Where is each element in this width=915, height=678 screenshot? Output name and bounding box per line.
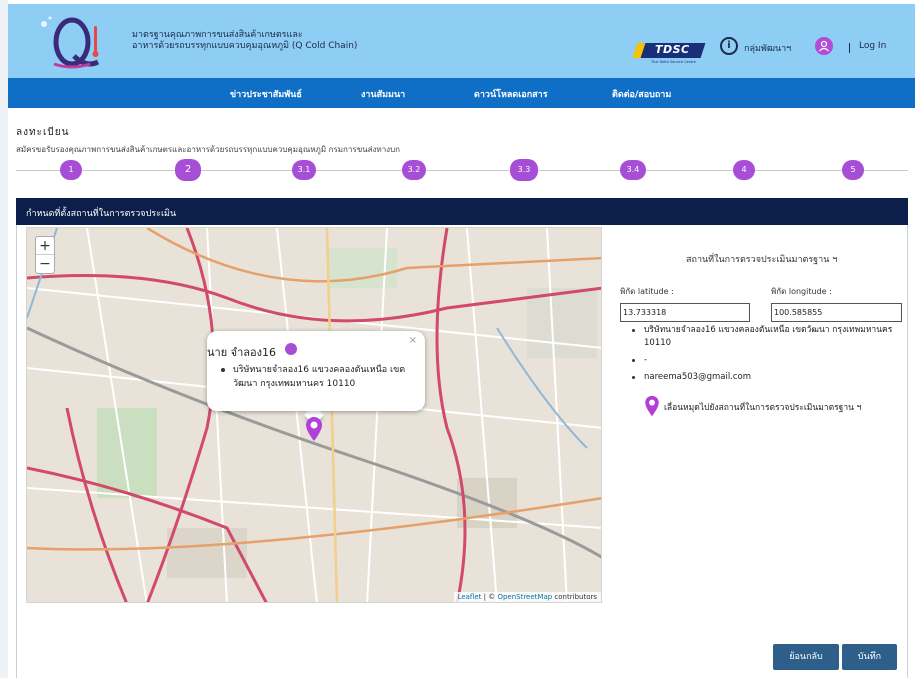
partner-logo: TDSC Thai Delta Service Centre — [632, 40, 706, 66]
location-info-list: บริษัทนายจำลอง16 แขวงคลองตันเหนือ เขตวัฒ… — [622, 324, 904, 388]
location-title: สถานที่ในการตรวจประเมินมาตรฐาน ฯ — [686, 255, 838, 265]
help-link[interactable]: กลุ่มพัฒนาฯ — [744, 41, 791, 55]
nav-item-downloads[interactable]: ดาวน์โหลดเอกสาร — [474, 87, 548, 101]
map-attribution: Leaflet | © OpenStreetMap contributors — [453, 592, 601, 602]
attribution-separator: | © — [481, 593, 498, 601]
bullet-icon — [632, 329, 635, 332]
step-1[interactable]: 1 — [60, 160, 82, 180]
osm-link[interactable]: OpenStreetMap — [497, 593, 552, 601]
bullet-icon — [632, 376, 635, 379]
panel-header: กำหนดที่ตั้งสถานที่ในการตรวจประเมิน — [16, 198, 908, 225]
list-item: nareema503@gmail.com — [622, 371, 904, 384]
site-logo[interactable] — [34, 12, 106, 72]
nav-item-seminar[interactable]: งานสัมมนา — [361, 87, 405, 101]
step-5[interactable]: 5 — [842, 160, 864, 180]
user-icon[interactable] — [815, 37, 833, 55]
longitude-label: พิกัด longitude : — [771, 287, 832, 296]
leaflet-link[interactable]: Leaflet — [458, 593, 482, 601]
list-item: บริษัทนายจำลอง16 แขวงคลองตันเหนือ เขตวัฒ… — [622, 324, 904, 350]
verified-icon — [285, 343, 297, 355]
map-view[interactable]: + − × นาย จำลอง16 บริษัทนายจำลอง16 แขวงค… — [26, 227, 602, 603]
step-3-3[interactable]: 3.3 — [510, 159, 538, 181]
list-item: - — [622, 354, 904, 367]
step-2[interactable]: 2 — [175, 159, 201, 181]
info-address: บริษัทนายจำลอง16 แขวงคลองตันเหนือ เขตวัฒ… — [644, 325, 893, 348]
back-button[interactable]: ย้อนกลับ — [773, 644, 839, 670]
step-3-1[interactable]: 3.1 — [292, 160, 316, 180]
attribution-contributors: contributors — [552, 593, 597, 601]
latitude-input[interactable] — [620, 303, 750, 322]
site-title: มาตรฐานคุณภาพการขนส่งสินค้าเกษตรและ อาหา… — [132, 30, 357, 52]
info-phone: - — [644, 355, 648, 365]
longitude-input[interactable] — [771, 303, 902, 322]
step-3-4[interactable]: 3.4 — [620, 160, 646, 180]
page: มาตรฐานคุณภาพการขนส่งสินค้าเกษตรและ อาหา… — [0, 0, 915, 678]
step-4[interactable]: 4 — [733, 160, 755, 180]
panel-title: กำหนดที่ตั้งสถานที่ในการตรวจประเมิน — [26, 209, 177, 219]
step-3-2[interactable]: 3.2 — [402, 160, 426, 180]
latitude-label: พิกัด latitude : — [620, 287, 674, 296]
zoom-control: + − — [35, 236, 55, 274]
bullet-icon — [221, 368, 225, 372]
page-title: ลงทะเบียน — [16, 127, 70, 138]
popup-address: บริษัทนายจำลอง16 แขวงคลองตันเหนือ เขตวัฒ… — [233, 365, 406, 389]
main-nav: ข่าวประชาสัมพันธ์ งานสัมมนา ดาวน์โหลดเอก… — [8, 78, 915, 108]
partner-logo-text: TDSC — [655, 43, 690, 56]
info-email: nareema503@gmail.com — [644, 372, 752, 382]
site-header: มาตรฐานคุณภาพการขนส่งสินค้าเกษตรและ อาหา… — [8, 4, 915, 78]
login-link[interactable]: Log In — [859, 41, 886, 51]
site-title-line2: อาหารด้วยรถบรรทุกแบบควบคุมอุณหภูมิ (Q Co… — [132, 41, 358, 51]
map-pin-icon — [644, 395, 660, 420]
nav-item-contact[interactable]: ติดต่อ/สอบถาม — [612, 87, 671, 101]
info-icon[interactable]: i — [720, 37, 738, 55]
bullet-icon — [632, 359, 635, 362]
popup-close-button[interactable]: × — [409, 335, 417, 346]
drag-hint: เลื่อนหมุดไปยังสถานที่ในการตรวจประเมินมา… — [664, 403, 862, 413]
partner-logo-subtext: Thai Delta Service Centre — [651, 60, 696, 64]
page-subtitle: สมัครขอรับรองคุณภาพการขนส่งสินค้าเกษตรแล… — [16, 145, 401, 154]
zoom-in-button[interactable]: + — [36, 237, 54, 255]
step-track — [16, 170, 908, 171]
header-divider — [849, 43, 850, 53]
site-title-line1: มาตรฐานคุณภาพการขนส่งสินค้าเกษตรและ — [132, 30, 303, 40]
page-edge — [0, 0, 8, 678]
nav-item-news[interactable]: ข่าวประชาสัมพันธ์ — [230, 87, 302, 101]
zoom-out-button[interactable]: − — [36, 255, 54, 273]
map-pin-icon[interactable] — [305, 416, 323, 445]
save-button[interactable]: บันทึก — [842, 644, 897, 670]
popup-name: นาย จำลอง16 — [207, 346, 276, 359]
map-popup: × นาย จำลอง16 บริษัทนายจำลอง16 แขวงคลองต… — [207, 331, 425, 411]
